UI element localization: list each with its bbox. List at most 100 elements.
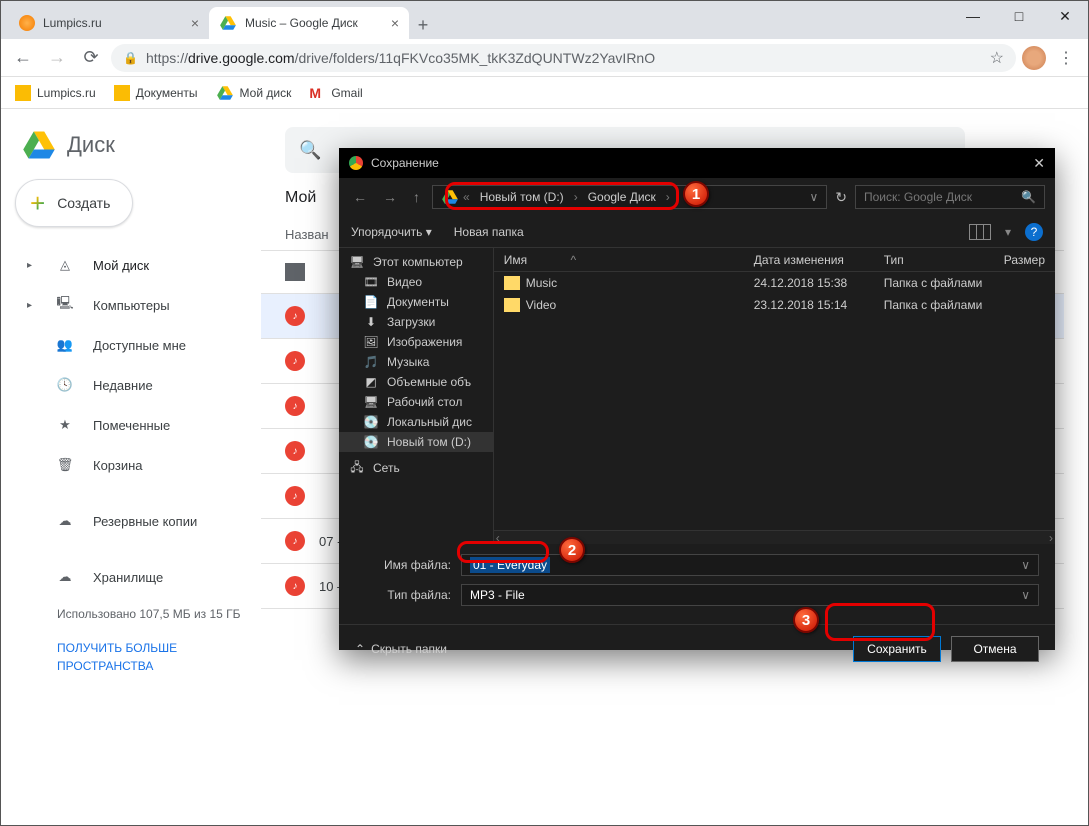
organize-button[interactable]: Упорядочить ▾	[351, 225, 432, 239]
tree-downloads[interactable]: ⬇Загрузки	[339, 312, 493, 332]
bookmark-documents[interactable]: Документы	[114, 85, 198, 101]
audio-icon: ♪	[285, 441, 305, 461]
tree-3dobjects[interactable]: ◩Объемные объ	[339, 372, 493, 392]
search-icon: 🔍	[1021, 190, 1036, 204]
cloud-icon: ☁	[55, 513, 75, 529]
window-minimize[interactable]: —	[950, 1, 996, 31]
window-maximize[interactable]: □	[996, 1, 1042, 31]
forward-button[interactable]: →	[43, 44, 71, 72]
bookmarks-bar: Lumpics.ru Документы Мой диск MGmail	[1, 77, 1088, 109]
tree-images[interactable]: 🖼Изображения	[339, 332, 493, 352]
list-row[interactable]: Video 23.12.2018 15:14 Папка с файлами	[494, 294, 1055, 316]
sidebar-item-computers[interactable]: ▸🖳Компьютеры	[15, 285, 261, 325]
dialog-close[interactable]: ✕	[1033, 155, 1045, 172]
refresh-button[interactable]: ↻	[835, 189, 847, 206]
disk-icon: 💽	[363, 415, 379, 429]
list-row[interactable]: Music 24.12.2018 15:38 Папка с файлами	[494, 272, 1055, 294]
annotation-marker-3: 3	[793, 607, 819, 633]
disk-icon: 💽	[363, 435, 379, 449]
storage-upgrade-link[interactable]: ПОЛУЧИТЬ БОЛЬШЕ ПРОСТРАНСТВА	[15, 631, 261, 683]
path-segment[interactable]: Google Диск	[582, 188, 662, 206]
tree-desktop[interactable]: 🖥Рабочий стол	[339, 392, 493, 412]
tree-documents[interactable]: 📄Документы	[339, 292, 493, 312]
col-size[interactable]: Размер	[994, 253, 1055, 267]
dialog-title: Сохранение	[371, 156, 1025, 170]
nav-up[interactable]: ↑	[409, 189, 424, 205]
profile-avatar[interactable]	[1022, 46, 1046, 70]
computer-icon: 🖳	[55, 294, 75, 316]
col-date[interactable]: Дата изменения	[744, 253, 874, 267]
tree-network[interactable]: 🖧Сеть	[339, 458, 493, 478]
drive-logo[interactable]: Диск	[15, 121, 261, 179]
nav-forward[interactable]: →	[379, 189, 401, 205]
pc-icon: 🖥	[349, 255, 365, 269]
folder-tree: 🖥Этот компьютер 🎞Видео 📄Документы ⬇Загру…	[339, 248, 494, 544]
sidebar-item-recent[interactable]: 🕓Недавние	[15, 365, 261, 405]
dialog-toolbar: Упорядочить ▾ Новая папка ▾ ?	[339, 216, 1055, 248]
sidebar-item-shared[interactable]: 👥Доступные мне	[15, 325, 261, 365]
tab-lumpics[interactable]: Lumpics.ru ×	[9, 7, 209, 39]
image-icon: 🖼	[363, 335, 379, 349]
reload-button[interactable]: ⟳	[77, 44, 105, 72]
sidebar-item-storage[interactable]: ☁Хранилище	[15, 557, 261, 597]
audio-icon: ♪	[285, 576, 305, 596]
lock-icon: 🔒	[123, 51, 138, 65]
help-button[interactable]: ?	[1025, 223, 1043, 241]
new-folder-button[interactable]: Новая папка	[454, 225, 524, 239]
search-icon: 🔍	[299, 140, 321, 161]
tree-video[interactable]: 🎞Видео	[339, 272, 493, 292]
cancel-button[interactable]: Отмена	[951, 636, 1039, 662]
url-text: https://drive.google.com/drive/folders/1…	[146, 50, 655, 66]
tab-title: Lumpics.ru	[43, 16, 102, 30]
bookmark-lumpics[interactable]: Lumpics.ru	[15, 85, 96, 101]
omnibox[interactable]: 🔒 https://drive.google.com/drive/folders…	[111, 44, 1016, 72]
col-type[interactable]: Тип	[874, 253, 994, 267]
save-button[interactable]: Сохранить	[853, 636, 941, 662]
window-close[interactable]: ✕	[1042, 1, 1088, 31]
close-icon[interactable]: ×	[191, 15, 199, 31]
network-icon: 🖧	[349, 461, 365, 475]
tree-newvolume[interactable]: 💽Новый том (D:)	[339, 432, 493, 452]
back-button[interactable]: ←	[9, 44, 37, 72]
sidebar-item-starred[interactable]: ★Помеченные	[15, 405, 261, 445]
document-icon: 📄	[363, 295, 379, 309]
star-icon: ★	[55, 417, 75, 433]
audio-icon: ♪	[285, 396, 305, 416]
filename-input[interactable]: 01 - Everyday∨	[461, 554, 1039, 576]
sidebar: Диск + Создать ▸◬Мой диск ▸🖳Компьютеры 👥…	[1, 109, 261, 825]
tree-localdisk[interactable]: 💽Локальный дис	[339, 412, 493, 432]
create-button[interactable]: + Создать	[15, 179, 133, 227]
tree-music[interactable]: 🎵Музыка	[339, 352, 493, 372]
clock-icon: 🕓	[55, 377, 75, 393]
star-icon[interactable]: ☆	[990, 48, 1004, 68]
search-field[interactable]: Поиск: Google Диск 🔍	[855, 185, 1045, 209]
sidebar-item-backups[interactable]: ☁Резервные копии	[15, 501, 261, 541]
audio-icon: ♪	[285, 531, 305, 551]
browser-menu[interactable]: ⋮	[1052, 48, 1080, 68]
list-header: Имя ^ Дата изменения Тип Размер	[494, 248, 1055, 272]
close-icon[interactable]: ×	[391, 15, 399, 31]
filetype-select[interactable]: MP3 - File∨	[461, 584, 1039, 606]
tree-thispc[interactable]: 🖥Этот компьютер	[339, 252, 493, 272]
bookmark-mydrive[interactable]: Мой диск	[216, 84, 292, 102]
dialog-fields: Имя файла: 01 - Everyday∨ Тип файла: MP3…	[339, 544, 1055, 618]
gmail-icon: M	[309, 85, 325, 101]
path-segment[interactable]: Новый том (D:)	[474, 188, 570, 206]
cloud-outline-icon: ☁	[55, 569, 75, 585]
path-bar[interactable]: « Новый том (D:) › Google Диск › ∨	[432, 185, 827, 209]
tab-drive[interactable]: Music – Google Диск ×	[209, 7, 409, 39]
sidebar-item-mydrive[interactable]: ▸◬Мой диск	[15, 245, 261, 285]
new-tab-button[interactable]: +	[409, 11, 437, 39]
plus-icon: +	[30, 188, 45, 219]
view-options[interactable]	[969, 224, 991, 240]
sidebar-item-trash[interactable]: 🗑Корзина	[15, 445, 261, 485]
hide-folders-toggle[interactable]: ⌃Скрыть папки	[355, 642, 447, 656]
filetype-label: Тип файла:	[355, 588, 451, 602]
tab-title: Music – Google Диск	[245, 16, 358, 30]
col-name[interactable]: Имя ^	[494, 253, 744, 267]
drive-icon	[441, 188, 459, 206]
folder-icon	[504, 298, 520, 312]
search-placeholder: Поиск: Google Диск	[864, 190, 972, 204]
nav-back[interactable]: ←	[349, 189, 371, 205]
bookmark-gmail[interactable]: MGmail	[309, 85, 362, 101]
